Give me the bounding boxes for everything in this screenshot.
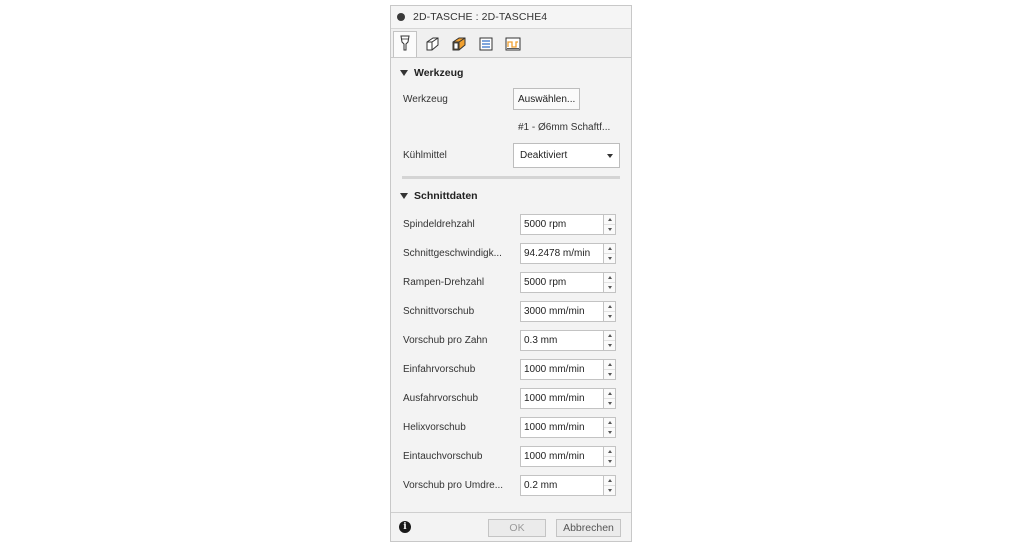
param-input[interactable]: 3000 mm/min (520, 301, 604, 322)
param-input[interactable]: 1000 mm/min (520, 446, 604, 467)
param-spinner[interactable] (604, 272, 616, 293)
tab-linking[interactable] (501, 33, 525, 57)
select-tool-button[interactable]: Auswählen... (513, 88, 581, 110)
spin-up-icon[interactable] (604, 244, 615, 254)
dialog-footer: i OK Abbrechen (391, 512, 631, 541)
param-input[interactable]: 0.2 mm (520, 475, 604, 496)
param-spinner[interactable] (604, 446, 616, 467)
pocket-2d-dialog: 2D-TASCHE : 2D-TASCHE4 Werkzeug Werkzeug… (390, 5, 632, 542)
spin-down-icon[interactable] (604, 341, 615, 350)
param-row-ramp-speed: Rampen-Drehzahl 5000 rpm (391, 268, 631, 297)
tab-geometry[interactable] (420, 33, 444, 57)
param-input[interactable]: 0.3 mm (520, 330, 604, 351)
spin-up-icon[interactable] (604, 273, 615, 283)
coolant-value: Deaktiviert (520, 149, 568, 161)
param-label: Vorschub pro Zahn (403, 335, 488, 346)
section-divider (402, 176, 620, 179)
spin-down-icon[interactable] (604, 428, 615, 437)
spin-up-icon[interactable] (604, 215, 615, 225)
collapse-caret-icon[interactable] (400, 193, 408, 199)
spin-up-icon[interactable] (604, 476, 615, 486)
spin-down-icon[interactable] (604, 399, 615, 408)
param-label: Rampen-Drehzahl (403, 277, 485, 288)
geometry-icon (424, 36, 440, 55)
dialog-state-icon[interactable] (397, 13, 405, 21)
chevron-down-icon (607, 153, 613, 158)
param-input[interactable]: 1000 mm/min (520, 359, 604, 380)
param-row-lead-out-feed: Ausfahrvorschub 1000 mm/min (391, 384, 631, 413)
dialog-titlebar[interactable]: 2D-TASCHE : 2D-TASCHE4 (391, 6, 631, 29)
collapse-caret-icon[interactable] (400, 70, 408, 76)
param-input[interactable]: 1000 mm/min (520, 388, 604, 409)
param-row-spindle-speed: Spindeldrehzahl 5000 rpm (391, 210, 631, 239)
param-spinner[interactable] (604, 301, 616, 322)
spin-up-icon[interactable] (604, 302, 615, 312)
section-werkzeug-title: Werkzeug (414, 67, 464, 79)
param-input[interactable]: 5000 rpm (520, 272, 604, 293)
dialog-content: Werkzeug Werkzeug Auswählen... #1 - Ø6mm… (391, 62, 631, 500)
linking-icon (504, 36, 522, 55)
param-label: Vorschub pro Umdre... (403, 480, 504, 491)
param-label: Schnittgeschwindigk... (403, 248, 502, 259)
param-spinner[interactable] (604, 330, 616, 351)
spin-up-icon[interactable] (604, 418, 615, 428)
param-label: Einfahrvorschub (403, 364, 476, 375)
param-input[interactable]: 94.2478 m/min (520, 243, 604, 264)
spin-down-icon[interactable] (604, 225, 615, 234)
spin-down-icon[interactable] (604, 283, 615, 292)
tab-passes[interactable] (474, 33, 498, 57)
param-row-lead-in-feed: Einfahrvorschub 1000 mm/min (391, 355, 631, 384)
spin-up-icon[interactable] (604, 331, 615, 341)
tab-bar (391, 29, 631, 58)
spin-down-icon[interactable] (604, 370, 615, 379)
tool-icon (398, 35, 412, 54)
section-schnittdaten-header[interactable]: Schnittdaten (391, 185, 631, 207)
tool-description: #1 - Ø6mm Schaftf... (518, 121, 611, 133)
tool-row: Werkzeug Auswählen... (391, 84, 631, 114)
coolant-row: Kühlmittel Deaktiviert (391, 140, 631, 170)
spin-up-icon[interactable] (604, 360, 615, 370)
tool-label: Werkzeug (403, 93, 448, 105)
param-label: Spindeldrehzahl (403, 219, 475, 230)
dialog-title: 2D-TASCHE : 2D-TASCHE4 (413, 11, 548, 23)
param-spinner[interactable] (604, 359, 616, 380)
section-schnittdaten-title: Schnittdaten (414, 190, 478, 202)
param-input[interactable]: 1000 mm/min (520, 417, 604, 438)
param-label: Ausfahrvorschub (403, 393, 479, 404)
coolant-select[interactable]: Deaktiviert (513, 142, 620, 168)
param-row-cutting-speed: Schnittgeschwindigk... 94.2478 m/min (391, 239, 631, 268)
tool-info-row: #1 - Ø6mm Schaftf... (391, 114, 631, 140)
info-icon[interactable]: i (399, 521, 411, 533)
spin-up-icon[interactable] (604, 389, 615, 399)
spin-up-icon[interactable] (604, 447, 615, 457)
ok-button[interactable]: OK (488, 519, 546, 537)
feed-speed-list: Spindeldrehzahl 5000 rpm Schnittgeschwin… (391, 210, 631, 500)
spin-down-icon[interactable] (604, 486, 615, 495)
cancel-button[interactable]: Abbrechen (556, 519, 621, 537)
tab-heights[interactable] (447, 33, 471, 57)
param-row-plunge-feed: Eintauchvorschub 1000 mm/min (391, 442, 631, 471)
param-spinner[interactable] (604, 417, 616, 438)
passes-icon (478, 36, 494, 55)
param-row-helix-feed: Helixvorschub 1000 mm/min (391, 413, 631, 442)
param-spinner[interactable] (604, 475, 616, 496)
param-spinner[interactable] (604, 243, 616, 264)
param-spinner[interactable] (604, 388, 616, 409)
param-spinner[interactable] (604, 214, 616, 235)
spin-down-icon[interactable] (604, 457, 615, 466)
param-label: Eintauchvorschub (403, 451, 483, 462)
heights-icon (451, 36, 467, 55)
tab-tool[interactable] (393, 31, 417, 57)
param-row-feed-per-revolution: Vorschub pro Umdre... 0.2 mm (391, 471, 631, 500)
param-label: Helixvorschub (403, 422, 466, 433)
param-input[interactable]: 5000 rpm (520, 214, 604, 235)
section-werkzeug-header[interactable]: Werkzeug (391, 62, 631, 84)
spin-down-icon[interactable] (604, 254, 615, 263)
param-row-feed-per-tooth: Vorschub pro Zahn 0.3 mm (391, 326, 631, 355)
param-label: Schnittvorschub (403, 306, 475, 317)
spin-down-icon[interactable] (604, 312, 615, 321)
param-row-cutting-feed: Schnittvorschub 3000 mm/min (391, 297, 631, 326)
coolant-label: Kühlmittel (403, 149, 447, 161)
